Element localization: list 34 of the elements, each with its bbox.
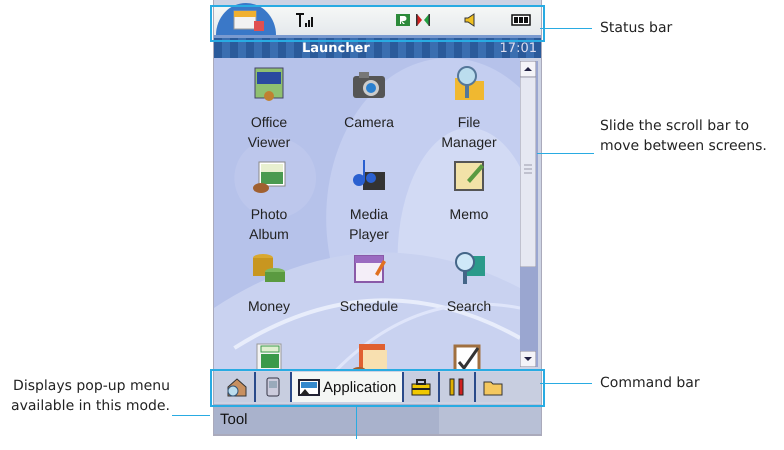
roaming-icon (396, 14, 410, 26)
app-label[interactable]: Office Viewer (236, 112, 302, 152)
tool-button[interactable]: Tool (214, 404, 254, 434)
scroll-down-icon[interactable] (520, 351, 536, 367)
toolbox-icon[interactable] (410, 377, 432, 397)
callout-text: Command bar (600, 374, 700, 393)
battery-icon (511, 14, 531, 26)
scroll-thumb-icon[interactable] (520, 77, 536, 267)
leader-line (540, 28, 592, 29)
leader-line (540, 383, 592, 384)
app-label[interactable]: Memo (436, 204, 502, 224)
application-icon[interactable] (298, 377, 320, 397)
scroll-bar[interactable] (520, 61, 538, 367)
leader-line (356, 405, 357, 439)
home-icon[interactable] (226, 377, 248, 397)
scroll-up-icon[interactable] (520, 61, 536, 77)
clock-time: 17:01 (500, 40, 537, 56)
app-label[interactable]: Media Player (336, 204, 402, 244)
callout-text: Displays pop-up menu available in this mode. (10, 377, 170, 416)
leader-line (172, 415, 210, 416)
app-label[interactable]: Schedule (336, 296, 402, 316)
callout-text: Slide the scroll bar to move between screens. (600, 117, 768, 156)
window-title: Launcher (302, 40, 370, 56)
app-label[interactable]: File Manager (436, 112, 502, 152)
app-label[interactable]: Search (436, 296, 502, 316)
application-tab[interactable]: Application (292, 372, 404, 402)
signal-icon (296, 13, 316, 27)
app-label[interactable]: Money (236, 296, 302, 316)
connection-icon (416, 13, 430, 27)
callout-text: Status bar (600, 19, 672, 38)
speaker-icon (464, 13, 476, 27)
app-label[interactable]: Camera (336, 112, 402, 132)
app-label[interactable]: Photo Album (236, 204, 302, 244)
leader-line (537, 153, 594, 154)
